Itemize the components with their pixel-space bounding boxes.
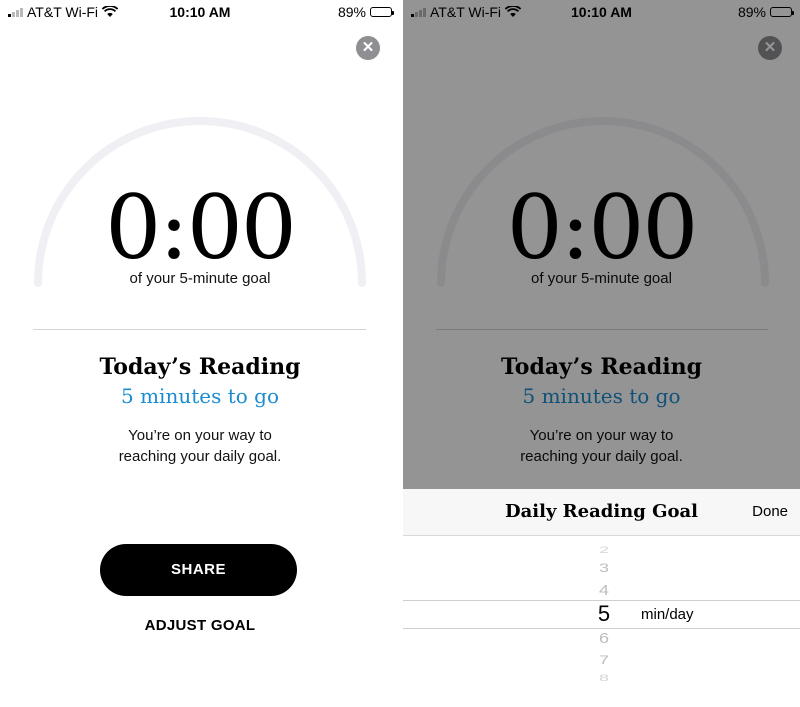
share-button[interactable]: SHARE [100, 544, 297, 596]
done-button[interactable]: Done [752, 503, 788, 520]
picker-option[interactable]: 3 [589, 561, 619, 576]
timer-display: 0:00 [105, 176, 297, 279]
picker-option[interactable]: 8 [589, 672, 619, 683]
divider [33, 329, 366, 330]
picker-option[interactable]: 7 [589, 653, 619, 668]
goal-subtitle: of your 5-minute goal [129, 270, 271, 287]
status-bar: AT&T Wi-Fi 10:10 AM 89% [0, 0, 400, 24]
dim-overlay[interactable] [403, 0, 800, 489]
minutes-to-go: 5 minutes to go [121, 384, 279, 408]
picker-option[interactable]: 4 [589, 581, 619, 599]
goal-picker-wheel[interactable]: min/day 2 3 4 5 6 7 8 [403, 536, 800, 707]
picker-option[interactable]: 6 [589, 629, 619, 647]
goal-screen: AT&T Wi-Fi 10:10 AM 89% ✕ 0:00 of your 5… [0, 0, 400, 707]
todays-reading-title: Today’s Reading [99, 354, 301, 380]
message-line-2: reaching your daily goal. [118, 448, 282, 465]
message-line-1: You’re on your way to [128, 427, 272, 444]
picker-header: Daily Reading Goal Done [403, 489, 800, 536]
battery-icon [370, 7, 394, 17]
picker-title: Daily Reading Goal [505, 501, 698, 522]
picker-option[interactable]: 2 [589, 544, 619, 555]
battery-group: 89% [337, 4, 394, 20]
picker-unit-label: min/day [641, 606, 694, 623]
close-icon: ✕ [361, 39, 375, 56]
adjust-goal-button[interactable]: ADJUST GOAL [0, 617, 400, 634]
battery-percent: 89% [337, 4, 366, 20]
goal-picker-screen: AT&T Wi-Fi 10:10 AM 89% ✕ 0:00 of your 5… [403, 0, 800, 707]
close-button[interactable]: ✕ [356, 36, 380, 60]
picker-option[interactable]: 5 [589, 601, 619, 627]
encouragement-message: You’re on your way to reaching your dail… [0, 425, 400, 467]
